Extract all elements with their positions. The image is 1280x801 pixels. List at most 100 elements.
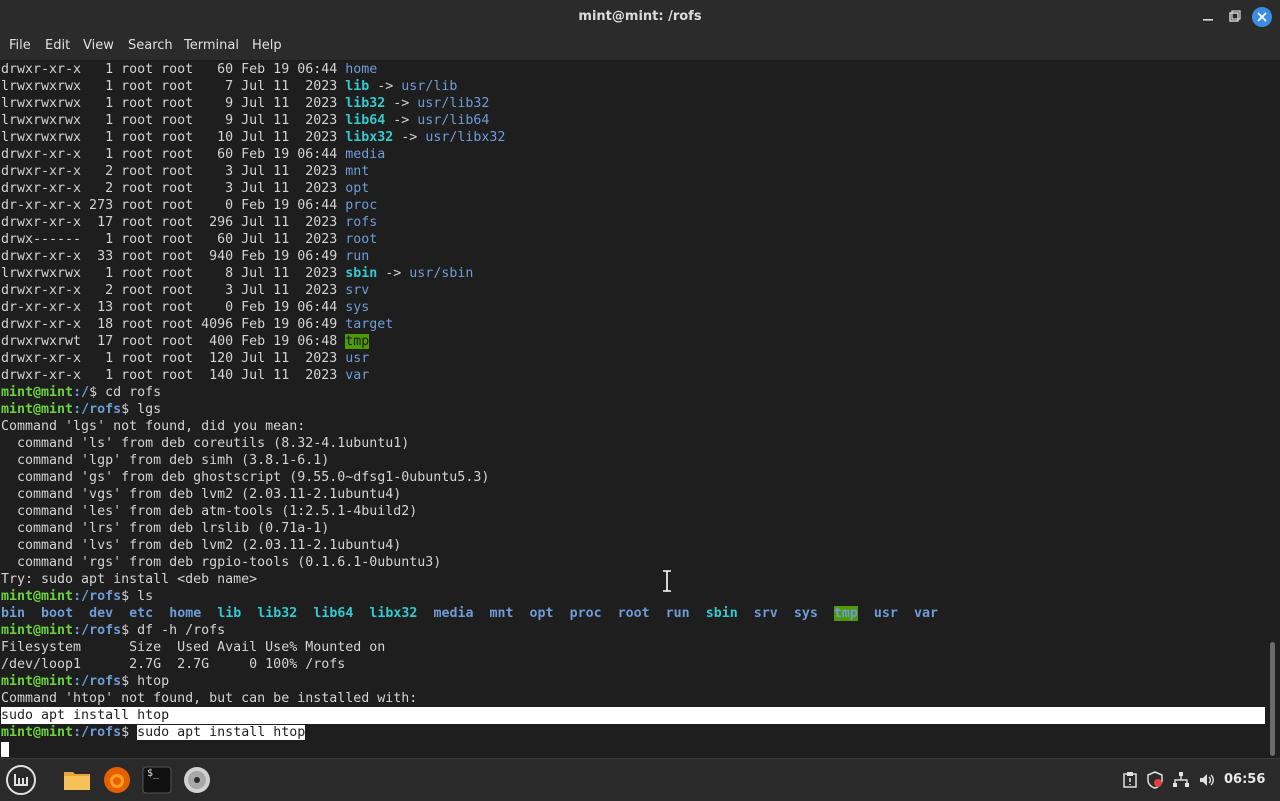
listing-name: media [345, 147, 386, 162]
link-target: usr/lib32 [417, 96, 490, 111]
ls-entry: srv [753, 606, 778, 621]
output-line: Command 'htop' not found, but can be ins… [1, 690, 1265, 707]
maximize-icon[interactable] [1224, 7, 1244, 27]
listing-meta: lrwxrwxrwx 1 root root 8 Jul 11 2023 [1, 266, 346, 281]
listing-row: lrwxrwxrwx 1 root root 7 Jul 11 2023 lib… [1, 78, 1265, 95]
menu-terminal[interactable]: Terminal [184, 38, 239, 53]
prompt-command: $ df -h /rofs [121, 623, 226, 638]
listing-meta: drwxr-xr-x 17 root root 296 Jul 11 2023 [1, 215, 346, 230]
listing-row: drwxr-xr-x 18 root root 4096 Feb 19 06:4… [1, 316, 1265, 333]
prompt-sigil: $ [121, 725, 138, 740]
listing-name: target [345, 317, 394, 332]
listing-row: drwxr-xr-x 1 root root 120 Jul 11 2023 u… [1, 350, 1265, 367]
menu-search[interactable]: Search [128, 38, 173, 53]
ls-entry: lib32 [257, 606, 298, 621]
disc-icon[interactable] [181, 764, 213, 796]
ls-entry: tmp [833, 606, 858, 621]
output-text: command 'ls' from deb coreutils (8.32-4.… [1, 436, 410, 451]
ls-entry: sbin [705, 606, 738, 621]
output-line: command 'gs' from deb ghostscript (9.55.… [1, 469, 1265, 486]
output-line: command 'les' from deb atm-tools (1:2.5.… [1, 503, 1265, 520]
prompt-user: mint@mint [1, 674, 74, 689]
mint-menu-icon[interactable] [5, 764, 37, 796]
ls-entry: root [617, 606, 650, 621]
output-line: /dev/loop1 2.7G 2.7G 0 100% /rofs [1, 656, 1265, 673]
output-text: Try: sudo apt install <deb name> [1, 572, 258, 587]
clipboard-icon[interactable] [1121, 771, 1139, 789]
listing-name: lib64 [345, 113, 386, 128]
listing-row: drwxr-xr-x 17 root root 296 Jul 11 2023 … [1, 214, 1265, 231]
link-arrow: -> [385, 113, 418, 128]
text-cursor-icon [663, 570, 671, 592]
output-line: command 'rgs' from deb rgpio-tools (0.1.… [1, 554, 1265, 571]
listing-name: run [345, 249, 370, 264]
output-text: Filesystem Size Used Avail Use% Mounted … [1, 640, 386, 655]
minimize-icon[interactable] [1198, 7, 1218, 27]
link-target: usr/sbin [409, 266, 474, 281]
output-line: command 'lvs' from deb lvm2 (2.03.11-2.1… [1, 537, 1265, 554]
listing-name: opt [345, 181, 370, 196]
clock[interactable]: 06:56 [1224, 772, 1265, 787]
output-text: Command 'htop' not found, but can be ins… [1, 691, 418, 706]
link-arrow: -> [377, 266, 410, 281]
output-text: command 'lrs' from deb lrslib (0.71a-1) [1, 521, 330, 536]
listing-meta: drwxr-xr-x 1 root root 60 Feb 19 06:44 [1, 62, 346, 77]
output-line: Try: sudo apt install <deb name> [1, 571, 1265, 588]
shield-icon[interactable] [1146, 771, 1164, 789]
prompt-line: mint@mint:/rofs$ sudo apt install htop [1, 724, 1265, 741]
volume-icon[interactable] [1198, 771, 1216, 789]
prompt-command: $ ls [121, 589, 154, 604]
menu-file[interactable]: File [9, 38, 31, 53]
terminal-view[interactable]: drwxr-xr-x 1 root root 60 Feb 19 06:44 h… [0, 61, 1268, 758]
listing-meta: drwxr-xr-x 2 root root 3 Jul 11 2023 [1, 181, 346, 196]
link-target: usr/lib [401, 79, 458, 94]
terminal-icon-glyph: $_ [147, 768, 160, 779]
listing-meta: lrwxrwxrwx 1 root root 9 Jul 11 2023 [1, 96, 346, 111]
prompt-path: :/rofs [73, 589, 122, 604]
listing-name: home [345, 62, 378, 77]
listing-meta: drwxr-xr-x 2 root root 3 Jul 11 2023 [1, 283, 346, 298]
listing-name: sbin [345, 266, 378, 281]
listing-meta: drwxrwxrwt 17 root root 400 Feb 19 06:48 [1, 334, 346, 349]
terminal-output: drwxr-xr-x 1 root root 60 Feb 19 06:44 h… [1, 61, 1265, 758]
menu-edit[interactable]: Edit [45, 38, 70, 53]
listing-meta: drwx------ 1 root root 60 Jul 11 2023 [1, 232, 346, 247]
listing-name: srv [345, 283, 370, 298]
listing-meta: drwxr-xr-x 1 root root 140 Jul 11 2023 [1, 368, 346, 383]
listing-row: lrwxrwxrwx 1 root root 9 Jul 11 2023 lib… [1, 112, 1265, 129]
listing-meta: drwxr-xr-x 2 root root 3 Jul 11 2023 [1, 164, 346, 179]
prompt-line: mint@mint:/rofs$ htop [1, 673, 1265, 690]
listing-row: drwxr-xr-x 2 root root 3 Jul 11 2023 mnt [1, 163, 1265, 180]
output-text: command 'gs' from deb ghostscript (9.55.… [1, 470, 490, 485]
ls-entry: dev [89, 606, 114, 621]
output-text: /dev/loop1 2.7G 2.7G 0 100% /rofs [1, 657, 346, 672]
prompt-command: $ lgs [121, 402, 162, 417]
prompt-user: mint@mint [1, 623, 74, 638]
output-text: command 'vgs' from deb lvm2 (2.03.11-2.1… [1, 487, 402, 502]
link-arrow: -> [393, 130, 426, 145]
listing-meta: drwxr-xr-x 33 root root 940 Feb 19 06:49 [1, 249, 346, 264]
ls-output-line: bin boot dev etc home lib lib32 lib64 li… [1, 605, 1265, 622]
terminal-scrollbar[interactable] [1270, 642, 1275, 756]
listing-meta: drwxr-xr-x 1 root root 60 Feb 19 06:44 [1, 147, 346, 162]
prompt-path: :/rofs [73, 402, 122, 417]
close-icon[interactable] [1252, 7, 1272, 27]
prompt-path: :/rofs [73, 623, 122, 638]
selected-output-text: sudo apt install htop [1, 707, 1265, 724]
menu-view[interactable]: View [83, 38, 114, 53]
prompt-user: mint@mint [1, 725, 74, 740]
listing-row: dr-xr-xr-x 273 root root 0 Feb 19 06:44 … [1, 197, 1265, 214]
listing-name: mnt [345, 164, 370, 179]
folder-icon[interactable] [61, 764, 93, 796]
output-line: command 'lgp' from deb simh (3.8.1-6.1) [1, 452, 1265, 469]
output-line: sudo apt install htop [1, 707, 1265, 724]
prompt-line: mint@mint:/rofs$ lgs [1, 401, 1265, 418]
firefox-icon[interactable] [101, 764, 133, 796]
prompt-path: :/rofs [73, 725, 122, 740]
listing-meta: lrwxrwxrwx 1 root root 9 Jul 11 2023 [1, 113, 346, 128]
network-icon[interactable] [1172, 771, 1190, 789]
prompt-line: mint@mint:/rofs$ df -h /rofs [1, 622, 1265, 639]
ls-entry: libx32 [369, 606, 418, 621]
prompt-user: mint@mint [1, 402, 74, 417]
menu-help[interactable]: Help [252, 38, 282, 53]
